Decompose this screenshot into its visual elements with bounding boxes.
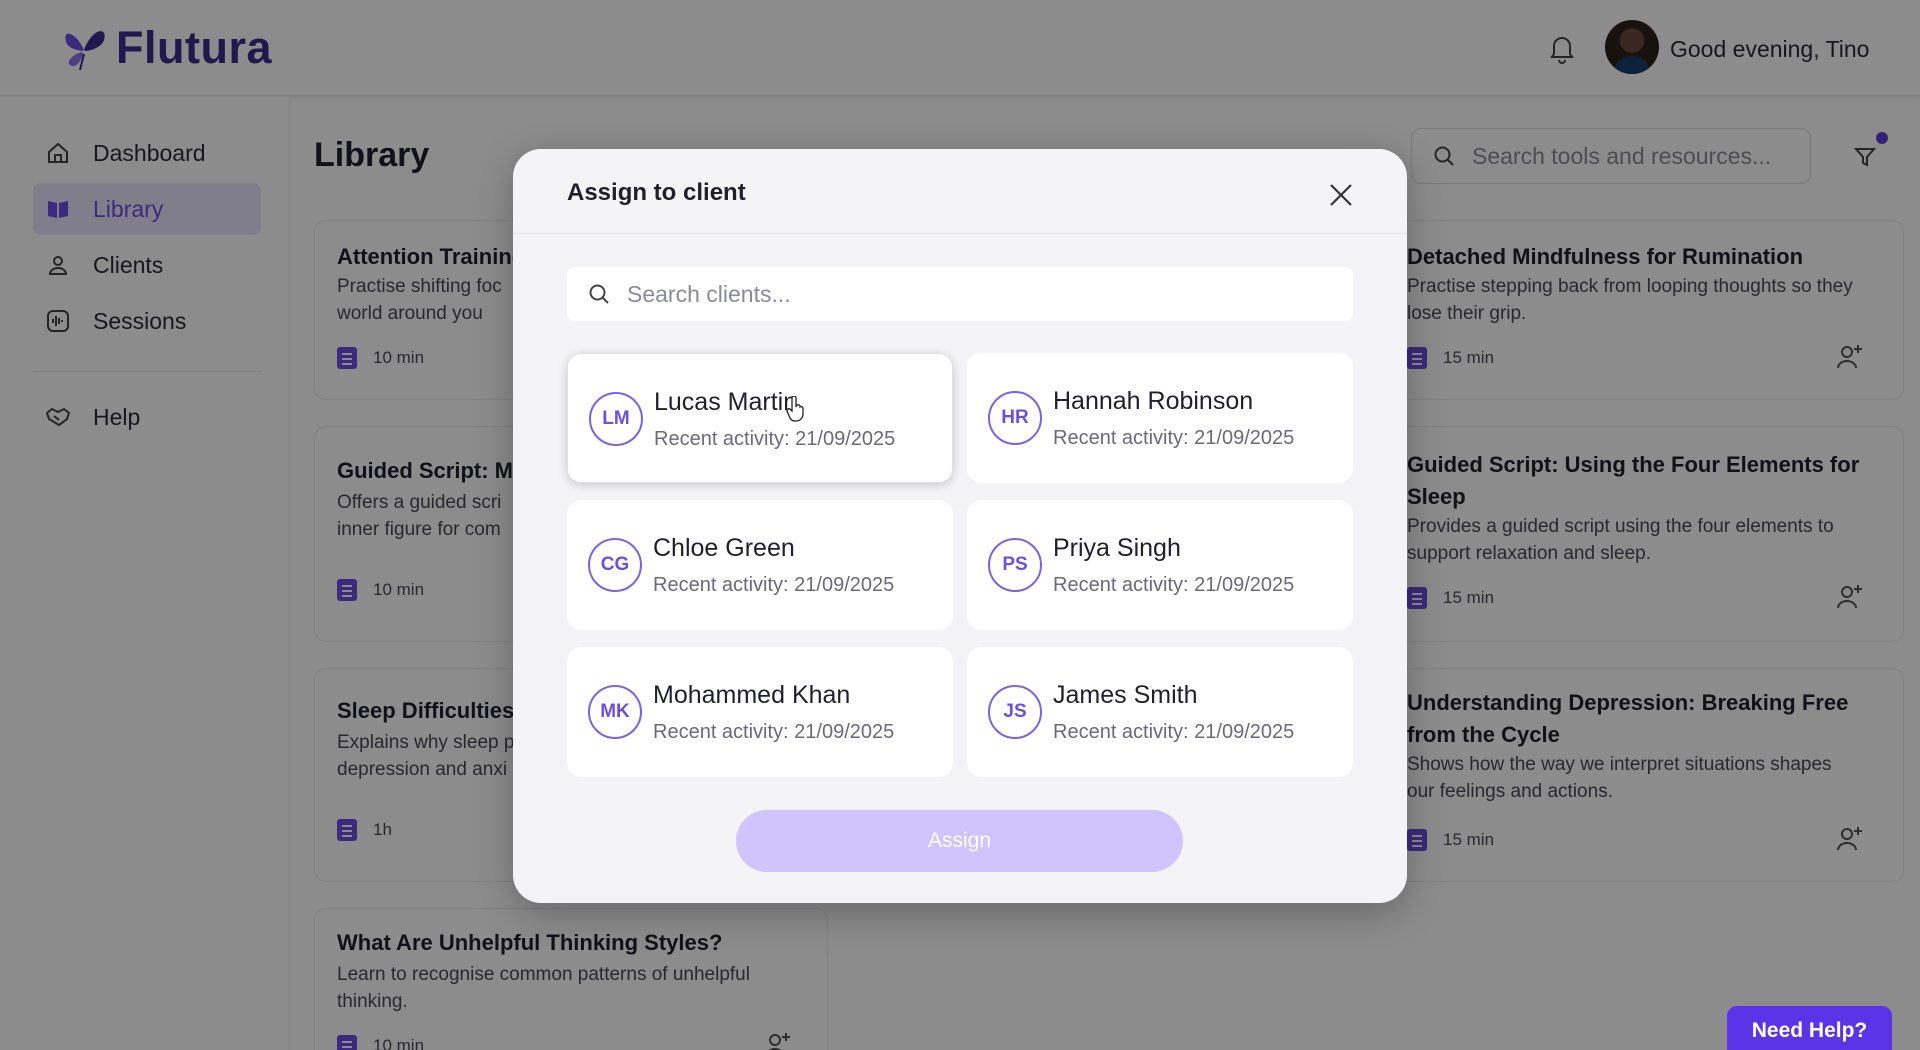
client-initials: HR <box>988 391 1042 445</box>
close-icon <box>1330 184 1352 206</box>
assign-button[interactable]: Assign <box>736 810 1183 872</box>
search-icon <box>589 284 609 304</box>
client-search-input[interactable] <box>627 280 1327 308</box>
client-activity: Recent activity: 21/09/2025 <box>654 428 896 450</box>
close-button[interactable] <box>1321 175 1361 215</box>
client-name: Priya Singh <box>1053 534 1181 562</box>
client-name: James Smith <box>1053 681 1198 709</box>
client-initials: MK <box>588 685 642 739</box>
client-option-hannah-robinson[interactable]: HR Hannah Robinson Recent activity: 21/0… <box>967 353 1353 483</box>
client-option-james-smith[interactable]: JS James Smith Recent activity: 21/09/20… <box>967 647 1353 777</box>
need-help-button[interactable]: Need Help? <box>1727 1006 1892 1050</box>
assign-client-modal: Assign to client LM Lucas Martin Recent … <box>513 149 1407 903</box>
client-initials: LM <box>589 392 643 446</box>
client-option-lucas-martin[interactable]: LM Lucas Martin Recent activity: 21/09/2… <box>567 353 953 483</box>
client-initials: JS <box>988 685 1042 739</box>
modal-divider <box>513 233 1407 234</box>
client-option-mohammed-khan[interactable]: MK Mohammed Khan Recent activity: 21/09/… <box>567 647 953 777</box>
client-name: Mohammed Khan <box>653 681 851 709</box>
client-activity: Recent activity: 21/09/2025 <box>1053 427 1295 449</box>
client-initials: PS <box>988 538 1042 592</box>
client-name: Chloe Green <box>653 534 795 562</box>
client-initials: CG <box>588 538 642 592</box>
client-option-chloe-green[interactable]: CG Chloe Green Recent activity: 21/09/20… <box>567 500 953 630</box>
client-activity: Recent activity: 21/09/2025 <box>1053 721 1295 743</box>
client-activity: Recent activity: 21/09/2025 <box>1053 574 1295 596</box>
modal-title: Assign to client <box>567 179 746 206</box>
client-search[interactable] <box>567 267 1353 321</box>
client-option-priya-singh[interactable]: PS Priya Singh Recent activity: 21/09/20… <box>967 500 1353 630</box>
client-activity: Recent activity: 21/09/2025 <box>653 721 895 743</box>
client-activity: Recent activity: 21/09/2025 <box>653 574 895 596</box>
hand-cursor-icon <box>786 396 804 422</box>
client-name: Hannah Robinson <box>1053 387 1254 415</box>
client-name: Lucas Martin <box>654 388 798 416</box>
